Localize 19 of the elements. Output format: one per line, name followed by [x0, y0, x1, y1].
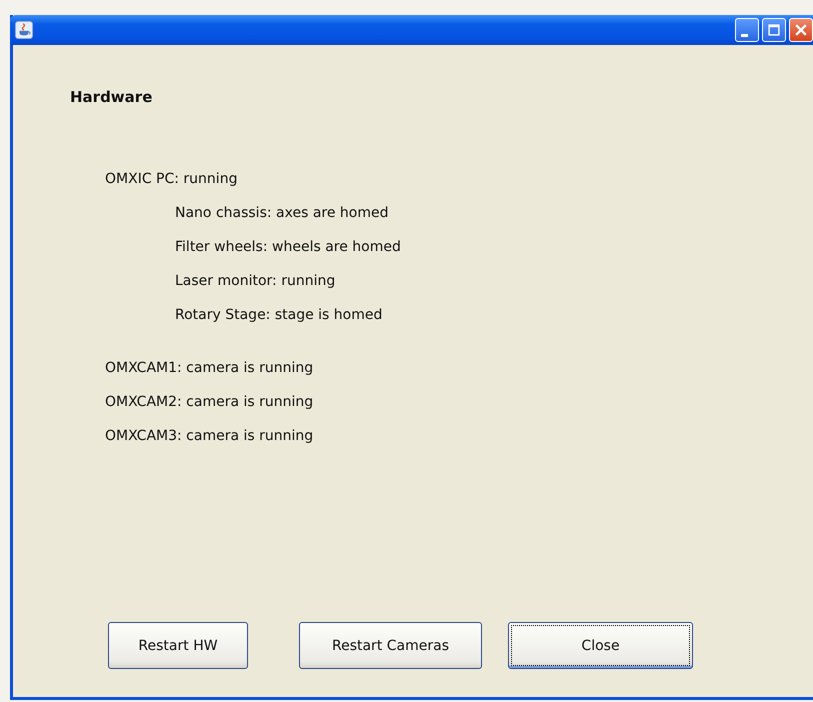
status-text: Nano chassis: axes are homed — [175, 204, 390, 222]
action-button[interactable]: Restart Cameras — [299, 622, 482, 669]
status-text: Rotary Stage: stage is homed — [175, 306, 384, 324]
close-button[interactable] — [789, 18, 813, 42]
action-button[interactable]: Close — [508, 622, 693, 669]
minimize-button[interactable] — [735, 18, 759, 42]
cup-icon — [15, 21, 33, 39]
status-text: OMXIC PC: running — [105, 170, 238, 188]
status-text: OMXCAM3: camera is running — [105, 427, 314, 445]
action-button[interactable]: Restart HW — [108, 622, 248, 669]
status-text: Laser monitor: running — [175, 272, 336, 290]
status-text: Filter wheels: wheels are homed — [175, 238, 402, 256]
section-heading: Hardware — [70, 88, 154, 106]
maximize-icon — [767, 23, 781, 37]
minimize-icon — [741, 34, 748, 36]
maximize-button[interactable] — [762, 18, 786, 42]
status-text: OMXCAM1: camera is running — [105, 359, 314, 377]
status-text: OMXCAM2: camera is running — [105, 393, 314, 411]
close-icon — [793, 22, 809, 38]
